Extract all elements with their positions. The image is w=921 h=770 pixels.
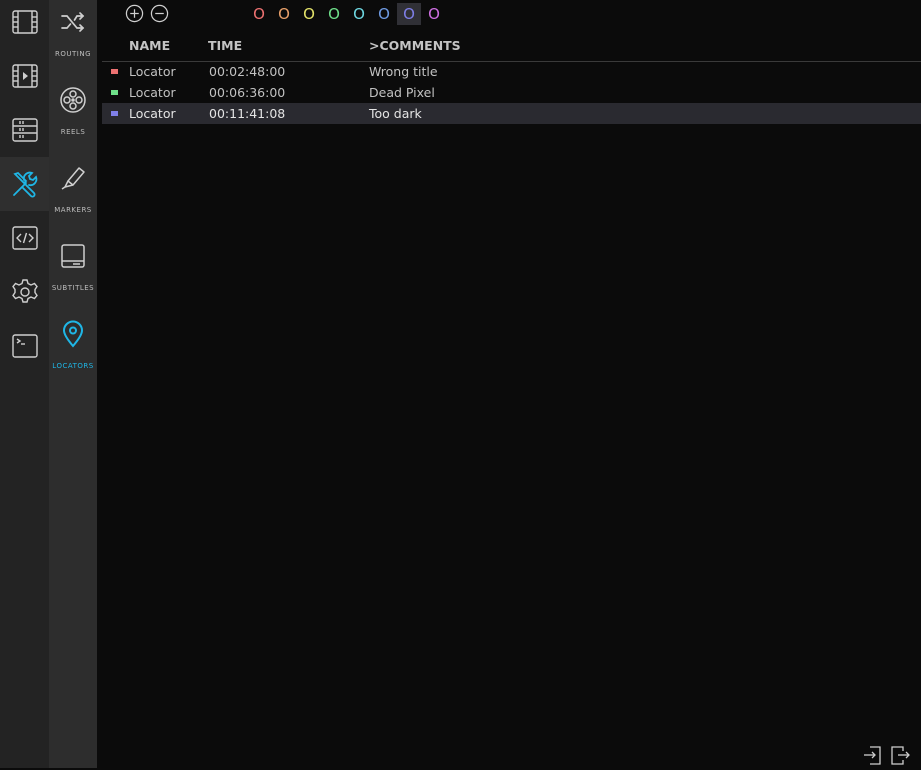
table-row[interactable]: Locator 00:06:36:00 Dead Pixel	[102, 82, 921, 103]
plus-circle-icon	[125, 4, 143, 22]
film-play-icon	[11, 64, 38, 88]
main-nav-rail	[0, 0, 50, 768]
locator-comment: Too dark	[369, 106, 422, 121]
export-locators-button[interactable]	[889, 744, 911, 766]
color-option[interactable]: O	[422, 3, 446, 25]
color-option[interactable]: O	[397, 3, 421, 25]
subpanel-item-markers[interactable]: MARKERS	[49, 156, 97, 234]
table-row[interactable]: Locator 00:11:41:08 Too dark	[102, 103, 921, 124]
subpanel-item-locators[interactable]: LOCATORS	[49, 312, 97, 390]
color-option[interactable]: O	[347, 3, 371, 25]
location-pin-icon	[62, 320, 84, 348]
subpanel-label-reels: REELS	[60, 128, 86, 136]
subpanel-label-locators: LOCATORS	[52, 362, 94, 370]
export-icon	[891, 746, 910, 765]
locator-color-swatch	[111, 90, 118, 95]
color-option[interactable]: O	[272, 3, 296, 25]
table-header: NAME TIME >COMMENTS	[102, 36, 921, 62]
locator-name: Locator	[129, 85, 176, 100]
shuffle-icon	[61, 12, 85, 32]
table-row[interactable]: Locator 00:02:48:00 Wrong title	[102, 61, 921, 82]
rail-tools-button[interactable]	[0, 157, 49, 211]
column-header-comments[interactable]: >COMMENTS	[369, 38, 461, 53]
rail-code-button[interactable]	[0, 211, 49, 265]
remove-locator-button[interactable]	[149, 3, 169, 23]
reel-icon	[60, 87, 86, 113]
locators-panel: OOOOOOOO NAME TIME >COMMENTS Locator 00:…	[97, 0, 921, 768]
subpanel-label-markers: MARKERS	[54, 206, 92, 214]
rail-film-play-button[interactable]	[0, 49, 49, 103]
marker-pen-icon	[61, 167, 85, 190]
import-icon	[864, 746, 881, 765]
subtitles-icon	[61, 244, 85, 268]
film-icon	[11, 10, 38, 34]
locator-time: 00:11:41:08	[209, 106, 286, 121]
add-locator-button[interactable]	[124, 3, 144, 23]
color-option[interactable]: O	[297, 3, 321, 25]
locator-name: Locator	[129, 64, 176, 79]
code-icon	[11, 226, 38, 250]
subpanel-item-subtitles[interactable]: SUBTITLES	[49, 234, 97, 312]
tools-subpanel: ROUTING REELS MARKERS SUBTITLES LOCATORS	[49, 0, 97, 768]
subpanel-item-reels[interactable]: REELS	[49, 78, 97, 156]
rail-storage-button[interactable]	[0, 103, 49, 157]
locator-color-swatch	[111, 69, 118, 74]
color-option[interactable]: O	[372, 3, 396, 25]
minus-circle-icon	[150, 4, 168, 22]
subpanel-item-routing[interactable]: ROUTING	[49, 0, 97, 78]
locator-time: 00:02:48:00	[209, 64, 286, 79]
subpanel-label-routing: ROUTING	[55, 50, 91, 58]
tools-icon	[12, 171, 37, 198]
terminal-icon	[11, 334, 38, 358]
locator-name: Locator	[129, 106, 176, 121]
color-option[interactable]: O	[322, 3, 346, 25]
storage-icon	[11, 118, 38, 142]
color-option[interactable]: O	[247, 3, 271, 25]
locator-color-swatch	[111, 111, 118, 116]
import-locators-button[interactable]	[862, 744, 884, 766]
subpanel-label-subtitles: SUBTITLES	[51, 284, 95, 292]
gear-icon	[11, 279, 38, 303]
rail-settings-button[interactable]	[0, 265, 49, 319]
rail-film-button[interactable]	[0, 0, 49, 49]
locator-comment: Wrong title	[369, 64, 438, 79]
rail-terminal-button[interactable]	[0, 319, 49, 373]
column-header-name[interactable]: NAME	[129, 38, 170, 53]
locator-comment: Dead Pixel	[369, 85, 435, 100]
locator-time: 00:06:36:00	[209, 85, 286, 100]
column-header-time[interactable]: TIME	[208, 38, 242, 53]
